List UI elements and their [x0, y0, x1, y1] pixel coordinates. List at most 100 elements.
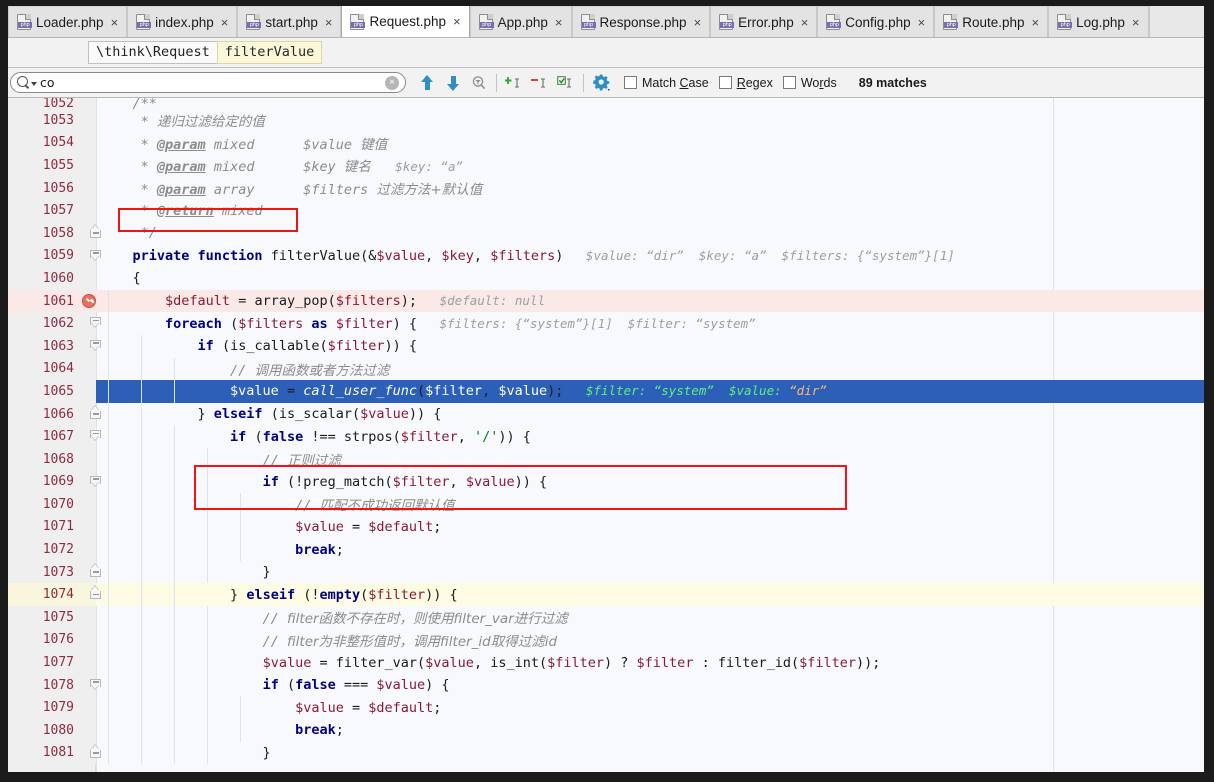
- code-token: $value: [295, 518, 344, 535]
- close-icon[interactable]: ×: [1132, 15, 1140, 30]
- code-line[interactable]: 1058 */: [8, 221, 1204, 245]
- code-line[interactable]: 1063 if (is_callable($filter)) {: [8, 334, 1204, 358]
- code-token: (: [230, 315, 239, 332]
- fold-end-marker-icon[interactable]: [90, 563, 102, 577]
- checkbox-icon[interactable]: [624, 76, 637, 89]
- code-line[interactable]: 1055 * @param mixed $key 键名 $key: “a”: [8, 154, 1204, 177]
- fold-end-marker-icon[interactable]: [90, 224, 102, 238]
- find-option-words[interactable]: Words: [782, 76, 837, 90]
- code-line[interactable]: 1061 $default = array_pop($filters); $de…: [8, 289, 1204, 313]
- code-line[interactable]: 1053 * 递归过滤给定的值: [8, 109, 1204, 132]
- editor-tab-config-php[interactable]: Config.php ×: [817, 6, 935, 37]
- code-line[interactable]: 1075 // filter函数不存在时，则使用filter_var进行过滤: [8, 606, 1204, 629]
- find-previous-button[interactable]: [414, 71, 440, 95]
- code-line[interactable]: 1077 $value = filter_var($value, is_int(…: [8, 651, 1204, 674]
- code-line[interactable]: 1054 * @param mixed $value 键值: [8, 131, 1204, 155]
- code-line[interactable]: 1064 // 调用函数或者方法过滤: [8, 357, 1204, 381]
- close-icon[interactable]: ×: [325, 15, 333, 30]
- code-token: }: [100, 406, 214, 423]
- code-line[interactable]: 1071 $value = $default;: [8, 515, 1204, 539]
- code-line[interactable]: 1069 if (!preg_match($filter, $value)) {: [8, 470, 1204, 494]
- code-token: preg_match: [303, 473, 385, 490]
- editor-tab-request-php[interactable]: Request.php ×: [341, 5, 470, 37]
- fold-collapse-icon[interactable]: [90, 678, 102, 690]
- select-all-occurrences-button[interactable]: [553, 71, 579, 95]
- code-line[interactable]: 1081 }: [8, 741, 1204, 765]
- fold-arrow: [91, 744, 99, 750]
- fold-collapse-icon[interactable]: [90, 475, 102, 487]
- fold-collapse-icon[interactable]: [90, 339, 102, 351]
- editor-tab-loader-php[interactable]: Loader.php ×: [8, 6, 128, 37]
- code-line[interactable]: 1056 * @param array $filters 过滤方法+默认值: [8, 176, 1204, 200]
- code-line-text: $default = array_pop($filters); $default…: [96, 293, 1204, 309]
- fold-collapse-icon[interactable]: [90, 430, 102, 441]
- filter-search-results-button[interactable]: [466, 71, 492, 95]
- fold-collapse-icon[interactable]: [90, 317, 102, 328]
- editor-tab-error-php[interactable]: Error.php ×: [710, 6, 818, 37]
- editor-tab-start-php[interactable]: start.php ×: [237, 6, 342, 37]
- breadcrumb-member[interactable]: filterValue: [216, 41, 323, 64]
- clear-search-icon[interactable]: ×: [385, 76, 399, 90]
- code-line[interactable]: 1062 foreach ($filters as $filter) { $fi…: [8, 312, 1204, 335]
- line-number: 1064: [42, 361, 74, 377]
- line-number: 1074: [42, 587, 74, 603]
- code-line[interactable]: 1068 // 正则过滤: [8, 447, 1204, 471]
- match-count-label: 89 matches: [858, 75, 927, 90]
- close-icon[interactable]: ×: [801, 15, 809, 30]
- fold-body: [90, 749, 101, 758]
- code-line[interactable]: 1079 $value = $default;: [8, 696, 1204, 720]
- fold-end-marker-icon[interactable]: [90, 586, 102, 600]
- editor-tab-route-php[interactable]: Route.php ×: [934, 6, 1049, 37]
- code-line[interactable]: 1076 // filter为非整形值时，调用filter_id取得过滤id: [8, 628, 1204, 652]
- code-line[interactable]: 1059 private function filterValue(&$valu…: [8, 244, 1204, 268]
- find-settings-button[interactable]: [588, 71, 614, 95]
- code-line[interactable]: 1070 // 匹配不成功返回默认值: [8, 493, 1204, 516]
- remove-occurrence-button[interactable]: [527, 71, 553, 95]
- editor-tab-label: start.php: [265, 14, 318, 30]
- close-icon[interactable]: ×: [453, 14, 461, 29]
- code-editor[interactable]: 1052 /** 1053 * 递归过滤给定的值 1054 * @param mix…: [8, 98, 1204, 774]
- code-line[interactable]: 1060 {: [8, 267, 1204, 290]
- editor-tab-response-php[interactable]: Response.php ×: [571, 6, 711, 37]
- code-token: (&: [360, 247, 377, 264]
- editor-tab-log-php[interactable]: Log.php ×: [1048, 6, 1149, 37]
- close-icon[interactable]: ×: [1032, 15, 1040, 30]
- breakpoint-verified-icon[interactable]: [82, 293, 96, 308]
- code-line[interactable]: 1074 } elseif (!empty($filter)) {: [8, 583, 1204, 607]
- close-icon[interactable]: ×: [694, 15, 702, 30]
- breadcrumb-namespace[interactable]: \think\Request: [88, 41, 218, 64]
- fold-collapse-icon[interactable]: [90, 249, 102, 261]
- code-line[interactable]: 1066 } elseif (is_scalar($value)) {: [8, 402, 1204, 426]
- search-input[interactable]: co ×: [10, 72, 406, 93]
- code-line[interactable]: 1080 break;: [8, 719, 1204, 742]
- code-line[interactable]: 1067 if (false !== strpos($filter, '/'))…: [8, 425, 1204, 448]
- fold-end-marker-icon[interactable]: [90, 405, 102, 419]
- fold-end-marker-icon[interactable]: [90, 744, 102, 758]
- editor-tab-index-php[interactable]: index.php ×: [127, 6, 238, 37]
- editor-tab-app-php[interactable]: App.php ×: [469, 6, 572, 37]
- checkbox-icon[interactable]: [782, 76, 796, 89]
- code-line[interactable]: 1052 /**: [8, 98, 1204, 112]
- code-line[interactable]: 1072 break;: [8, 538, 1204, 561]
- code-token: if: [262, 473, 287, 490]
- checkbox-icon[interactable]: [718, 76, 732, 89]
- code-token: $filter: [392, 473, 450, 490]
- close-icon[interactable]: ×: [221, 15, 229, 30]
- code-line-text: // 正则过滤: [96, 449, 1204, 469]
- code-token: (: [384, 473, 393, 490]
- close-icon[interactable]: ×: [918, 15, 926, 30]
- code-line[interactable]: 1065 $value = call_user_func($filter, $v…: [8, 380, 1204, 403]
- close-icon[interactable]: ×: [111, 15, 119, 30]
- add-occurrence-button[interactable]: [501, 71, 527, 95]
- close-icon[interactable]: ×: [555, 15, 563, 30]
- editor-tab-label: Route.php: [962, 14, 1025, 30]
- code-token: array: [205, 182, 304, 199]
- find-option-matchcase[interactable]: Match Case: [624, 76, 709, 90]
- line-number: 1058: [42, 225, 74, 241]
- code-line[interactable]: 1073 }: [8, 560, 1204, 584]
- find-option-regex[interactable]: Regex: [718, 76, 773, 90]
- code-line[interactable]: 1057 * @return mixed: [8, 199, 1204, 222]
- chevron-down-icon[interactable]: [31, 82, 37, 86]
- find-next-button[interactable]: [440, 71, 466, 95]
- code-line[interactable]: 1078 if (false === $value) {: [8, 673, 1204, 697]
